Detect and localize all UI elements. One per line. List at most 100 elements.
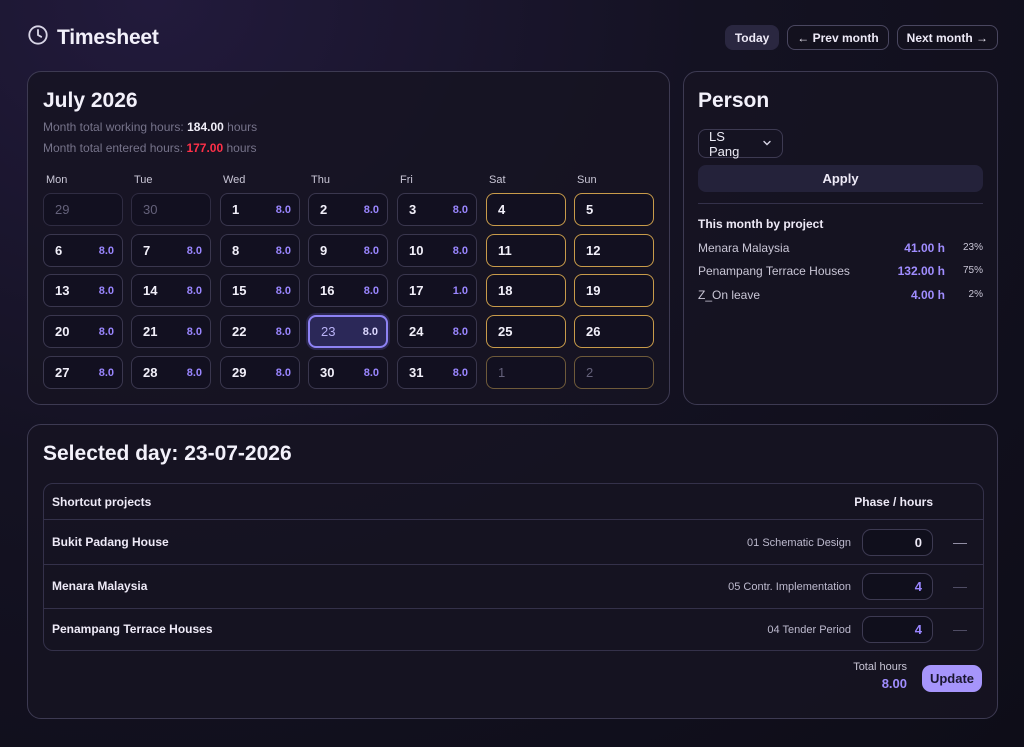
calendar-day[interactable]: 19: [574, 274, 654, 307]
calendar-day[interactable]: 1: [486, 356, 566, 389]
day-hours: 8.0: [186, 325, 202, 338]
day-number: 10: [409, 243, 424, 258]
day-number: 21: [143, 324, 158, 339]
remove-row-button[interactable]: —: [953, 621, 967, 637]
calendar-day[interactable]: 17 1.0: [397, 274, 477, 307]
calendar-day[interactable]: 2: [574, 356, 654, 389]
weekday-label: Sun: [577, 174, 597, 186]
day-number: 26: [586, 324, 601, 339]
calendar-day[interactable]: 24 8.0: [397, 315, 477, 348]
weekday-label: Wed: [223, 174, 246, 186]
hours-input[interactable]: 0: [862, 529, 933, 556]
hours-input[interactable]: 4: [862, 573, 933, 600]
person-select[interactable]: LS Pang: [698, 128, 783, 159]
apply-button[interactable]: Apply: [698, 165, 983, 192]
column-header-project: Shortcut projects: [52, 495, 152, 509]
calendar-card: July 2026 Month total working hours: 184…: [27, 71, 670, 405]
day-number: 24: [409, 324, 424, 339]
project-summary-row: Menara Malaysia 41.00 h 23%: [698, 241, 983, 257]
hours-unit: hours: [226, 141, 257, 155]
project-percent: 2%: [968, 289, 983, 300]
app-header: Timesheet Today ← Prev month Next month …: [27, 24, 998, 52]
day-hours: 8.0: [452, 325, 468, 338]
month-title: July 2026: [43, 89, 138, 112]
person-title: Person: [698, 89, 770, 112]
day-number: 15: [232, 283, 247, 298]
day-number: 17: [409, 283, 424, 298]
project-percent: 75%: [962, 265, 983, 276]
calendar-day[interactable]: 29 8.0: [220, 356, 300, 389]
calendar-day[interactable]: 7 8.0: [131, 234, 211, 267]
calendar-day[interactable]: 29: [43, 193, 123, 226]
calendar-day[interactable]: 11: [486, 234, 566, 267]
update-button[interactable]: Update: [922, 665, 982, 692]
hours-input[interactable]: 4: [862, 616, 933, 643]
working-hours-value: 184.00: [187, 120, 224, 134]
calendar-day[interactable]: 28 8.0: [131, 356, 211, 389]
calendar-day[interactable]: 5: [574, 193, 654, 226]
day-number: 27: [55, 365, 70, 380]
calendar-day[interactable]: 15 8.0: [220, 274, 300, 307]
day-number: 19: [586, 283, 601, 298]
remove-row-button[interactable]: —: [953, 578, 967, 594]
calendar-day[interactable]: 13 8.0: [43, 274, 123, 307]
day-hours: 8.0: [452, 366, 468, 379]
working-hours-label: Month total working hours:: [43, 120, 184, 134]
day-number: 29: [232, 365, 247, 380]
day-number: 16: [320, 283, 335, 298]
day-number: 3: [409, 202, 417, 217]
day-hours: 8.0: [275, 203, 291, 216]
calendar-day[interactable]: 16 8.0: [308, 274, 388, 307]
table-row: Penampang Terrace Houses 04 Tender Period…: [44, 608, 983, 652]
day-number: 31: [409, 365, 424, 380]
calendar-day[interactable]: 18: [486, 274, 566, 307]
entered-hours-label: Month total entered hours:: [43, 141, 184, 155]
day-number: 12: [586, 243, 601, 258]
calendar-day[interactable]: 14 8.0: [131, 274, 211, 307]
day-hours: 1.0: [452, 284, 468, 297]
calendar-day[interactable]: 9 8.0: [308, 234, 388, 267]
day-number: 8: [232, 243, 240, 258]
day-number: 1: [232, 202, 240, 217]
next-month-button[interactable]: Next month →: [896, 25, 998, 50]
calendar-day[interactable]: 30: [131, 193, 211, 226]
weekday-label: Fri: [400, 174, 413, 186]
project-hours: 4.00 h: [910, 288, 945, 302]
calendar-day[interactable]: 31 8.0: [397, 356, 477, 389]
calendar-day[interactable]: 6 8.0: [43, 234, 123, 267]
table-row: Menara Malaysia 05 Contr. Implementation 4…: [44, 565, 983, 609]
calendar-day[interactable]: 4: [486, 193, 566, 226]
calendar-day[interactable]: 25: [486, 315, 566, 348]
project-name: Penampang Terrace Houses: [698, 264, 850, 278]
day-number: 13: [55, 283, 70, 298]
day-hours: 8.0: [186, 244, 202, 257]
day-hours: 8.0: [362, 325, 378, 338]
project-summary-row: Z_On leave 4.00 h 2%: [698, 288, 983, 304]
day-hours: 8.0: [98, 244, 114, 257]
today-button[interactable]: Today: [724, 25, 780, 50]
project-percent: 23%: [962, 242, 983, 253]
day-number: 11: [498, 243, 512, 258]
day-number: 1: [498, 365, 506, 380]
person-select-value: LS Pang: [709, 128, 740, 159]
remove-row-button[interactable]: —: [953, 534, 967, 550]
project-name: Penampang Terrace Houses: [52, 622, 213, 636]
calendar-day-selected[interactable]: 23 8.0: [308, 315, 388, 348]
calendar-day[interactable]: 10 8.0: [397, 234, 477, 267]
calendar-day[interactable]: 2 8.0: [308, 193, 388, 226]
calendar-day[interactable]: 30 8.0: [308, 356, 388, 389]
calendar-day[interactable]: 27 8.0: [43, 356, 123, 389]
calendar-day[interactable]: 22 8.0: [220, 315, 300, 348]
weekday-label: Tue: [134, 174, 153, 186]
day-number: 23: [321, 324, 336, 339]
month-nav: Today ← Prev month Next month →: [724, 25, 998, 50]
calendar-day[interactable]: 26: [574, 315, 654, 348]
prev-month-button[interactable]: ← Prev month: [787, 25, 889, 50]
calendar-day[interactable]: 12: [574, 234, 654, 267]
calendar-day[interactable]: 1 8.0: [220, 193, 300, 226]
calendar-day[interactable]: 8 8.0: [220, 234, 300, 267]
calendar-day[interactable]: 3 8.0: [397, 193, 477, 226]
calendar-day[interactable]: 20 8.0: [43, 315, 123, 348]
calendar-day[interactable]: 21 8.0: [131, 315, 211, 348]
day-number: 4: [498, 202, 506, 217]
